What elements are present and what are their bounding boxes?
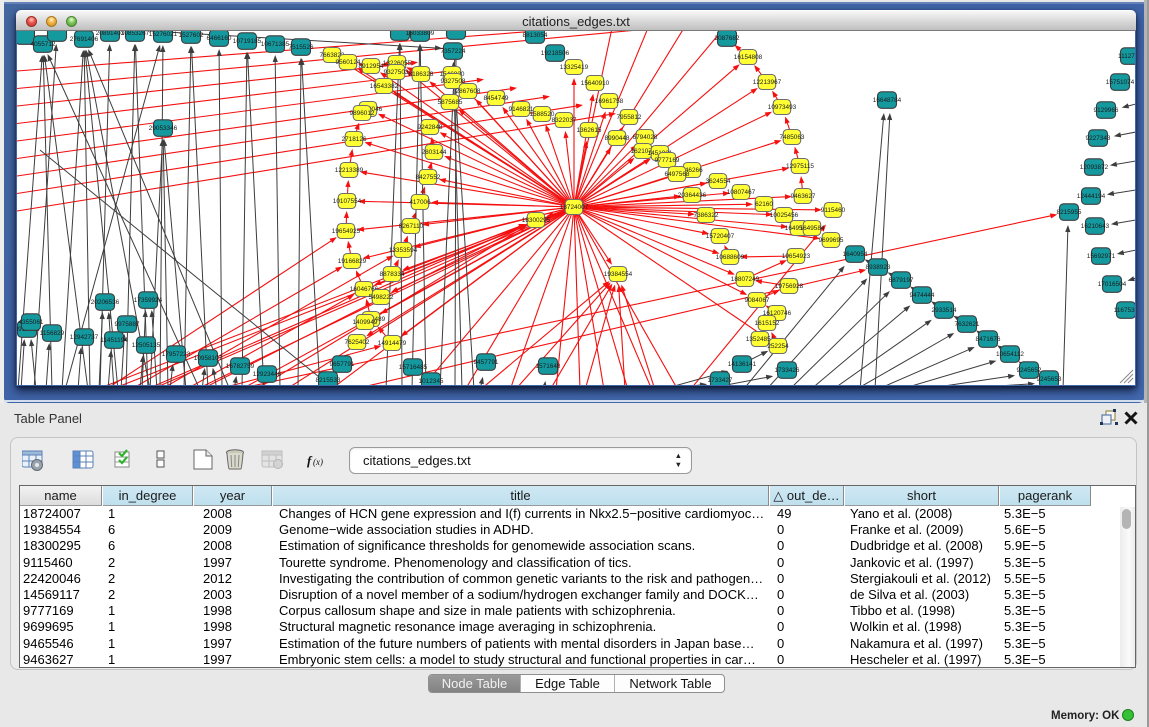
svg-text:(x): (x): [313, 457, 323, 467]
